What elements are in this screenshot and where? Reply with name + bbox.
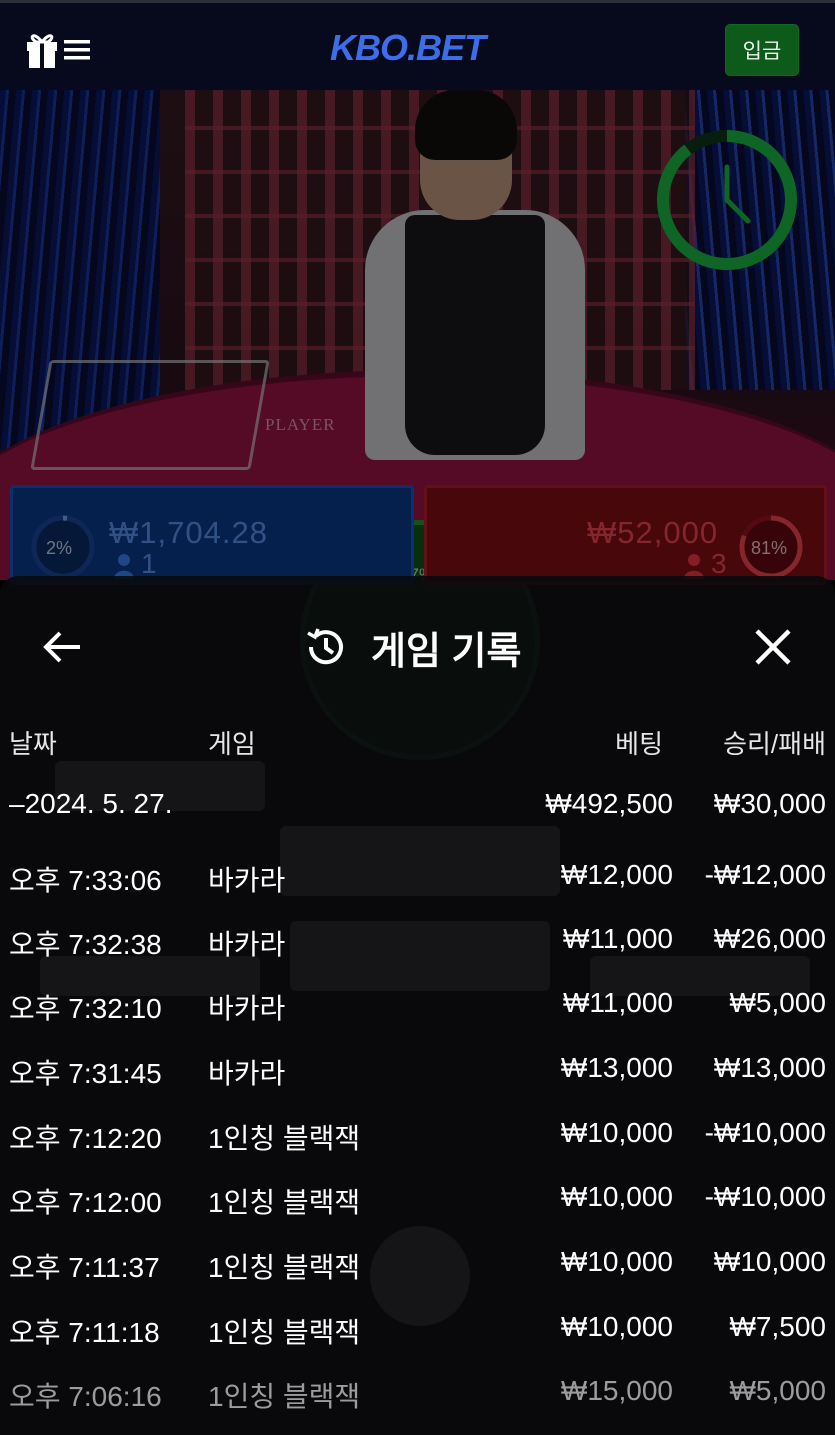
row-result: ₩10,000 <box>713 1246 826 1277</box>
modal-header: 게임 기록 <box>0 576 835 716</box>
history-row[interactable]: 오후 7:32:10 바카라 ₩11,000 ₩5,000 <box>0 987 835 1051</box>
column-header-date: 날짜 <box>9 729 57 759</box>
row-game: 1인칭 블랙잭 <box>208 1123 361 1154</box>
history-row[interactable]: 오후 7:12:20 1인칭 블랙잭 ₩10,000 -₩10,000 <box>0 1117 835 1181</box>
row-bet: ₩11,000 <box>563 923 673 954</box>
row-time: 오후 7:11:18 <box>9 1317 160 1348</box>
site-logo[interactable]: KBO.BET <box>330 27 486 69</box>
row-bet: ₩10,000 <box>560 1117 673 1148</box>
history-row[interactable]: 오후 7:11:18 1인칭 블랙잭 ₩10,000 ₩7,500 <box>0 1311 835 1375</box>
row-game: 바카라 <box>208 865 286 896</box>
menu-icon <box>64 40 90 60</box>
row-time: 오후 7:12:00 <box>9 1187 162 1218</box>
top-navigation: KBO.BET 입금 <box>0 0 835 90</box>
row-game: 바카라 <box>208 1058 286 1089</box>
game-history-modal: 게임 기록 날짜 게임 베팅 승리/패배 –2024. 5. 27. ₩492,… <box>0 576 835 1435</box>
row-result: ₩7,500 <box>729 1311 827 1342</box>
row-game: 1인칭 블랙잭 <box>208 1187 361 1218</box>
date-group-total-result: ₩30,000 <box>713 788 826 819</box>
row-game: 1인칭 블랙잭 <box>208 1381 361 1412</box>
close-button[interactable] <box>752 626 794 668</box>
column-header-bet: 베팅 <box>615 729 663 759</box>
history-icon <box>307 628 343 665</box>
row-result: ₩5,000 <box>729 1375 827 1406</box>
row-game: 1인칭 블랙잭 <box>208 1317 361 1348</box>
row-bet: ₩10,000 <box>560 1181 673 1212</box>
history-row[interactable]: 오후 7:06:16 1인칭 블랙잭 ₩15,000 ₩5,000 <box>0 1375 835 1435</box>
row-result: -₩12,000 <box>704 859 826 890</box>
column-header-result: 승리/패배 <box>723 729 826 759</box>
row-result: ₩5,000 <box>729 987 827 1018</box>
date-group-row[interactable]: –2024. 5. 27. ₩492,500 ₩30,000 <box>0 788 835 852</box>
row-bet: ₩12,000 <box>560 859 673 890</box>
date-group-total-bet: ₩492,500 <box>545 788 673 819</box>
row-bet: ₩13,000 <box>560 1052 673 1083</box>
row-bet: ₩11,000 <box>563 987 673 1018</box>
row-game: 바카라 <box>208 929 286 960</box>
column-header-game: 게임 <box>208 729 256 759</box>
row-game: 1인칭 블랙잭 <box>208 1252 361 1283</box>
row-time: 오후 7:33:06 <box>9 865 162 896</box>
row-time: 오후 7:11:37 <box>9 1252 160 1283</box>
history-row[interactable]: 오후 7:32:38 바카라 ₩11,000 ₩26,000 <box>0 923 835 987</box>
row-time: 오후 7:32:10 <box>9 993 162 1024</box>
row-result: ₩13,000 <box>713 1052 826 1083</box>
arrow-left-icon <box>43 631 80 663</box>
date-group-date: –2024. 5. 27. <box>9 788 173 819</box>
row-time: 오후 7:32:38 <box>9 929 162 960</box>
close-icon <box>755 629 791 665</box>
row-result: -₩10,000 <box>704 1117 826 1148</box>
deposit-button[interactable]: 입금 <box>725 24 799 76</box>
history-row[interactable]: 오후 7:33:06 바카라 ₩12,000 -₩12,000 <box>0 859 835 923</box>
history-row[interactable]: 오후 7:31:45 바카라 ₩13,000 ₩13,000 <box>0 1052 835 1116</box>
row-bet: ₩10,000 <box>560 1311 673 1342</box>
back-button[interactable] <box>40 624 86 670</box>
row-time: 오후 7:31:45 <box>9 1058 162 1089</box>
row-bet: ₩10,000 <box>560 1246 673 1277</box>
row-bet: ₩15,000 <box>560 1375 673 1406</box>
row-time: 오후 7:06:16 <box>9 1381 162 1412</box>
row-result: -₩10,000 <box>704 1181 826 1212</box>
row-result: ₩26,000 <box>713 923 826 954</box>
modal-title: 게임 기록 <box>371 631 522 673</box>
history-row[interactable]: 오후 7:11:37 1인칭 블랙잭 ₩10,000 ₩10,000 <box>0 1246 835 1310</box>
row-game: 바카라 <box>208 993 286 1024</box>
history-row[interactable]: 오후 7:12:00 1인칭 블랙잭 ₩10,000 -₩10,000 <box>0 1181 835 1245</box>
gift-menu-button[interactable] <box>24 29 94 73</box>
row-time: 오후 7:12:20 <box>9 1123 162 1154</box>
